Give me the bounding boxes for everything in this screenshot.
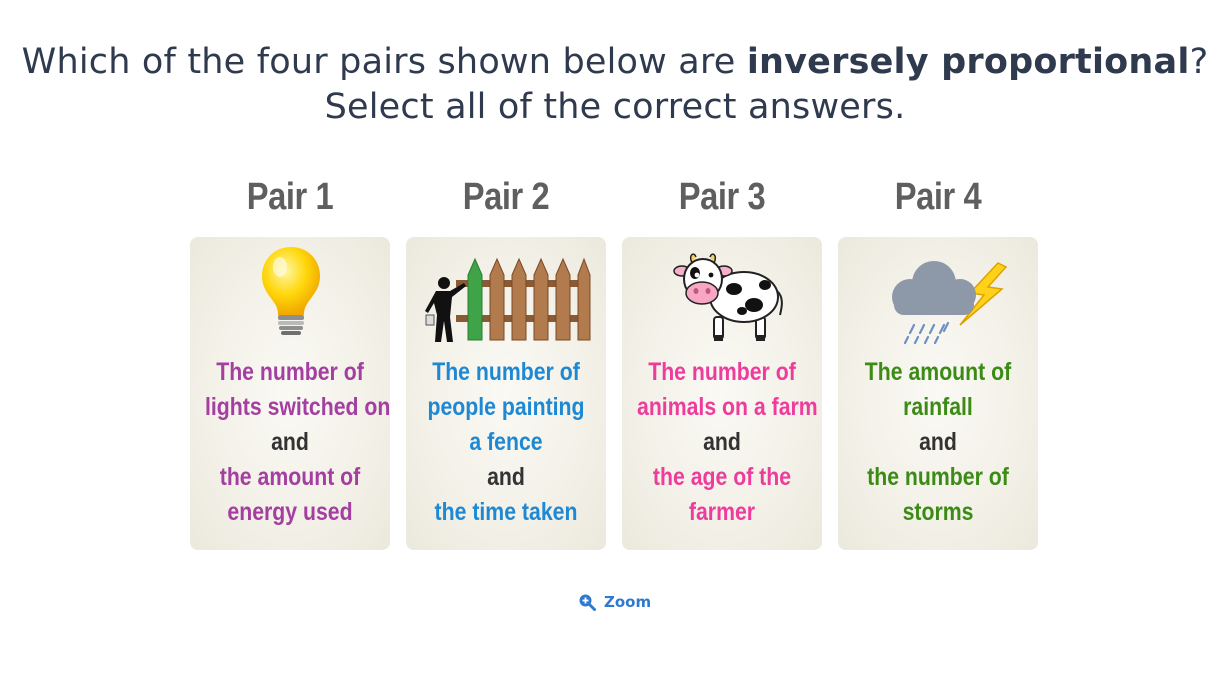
pair-4-description: The amount of rainfall and the number of…: [838, 355, 1038, 530]
pair-2-second-line-1: the time taken: [434, 498, 578, 526]
pair-1-second-line-2: energy used: [227, 498, 353, 526]
pair-2: Pair 2 The number of people painting a f…: [406, 176, 606, 556]
pair-4-and: and: [919, 428, 957, 456]
fence-painter-icon: [425, 257, 591, 342]
storm-cloud-icon: [892, 261, 1008, 345]
pair-3: Pair 3 The number of animals on a farm a…: [622, 176, 822, 556]
pair-3-description: The number of animals on a farm and the …: [622, 355, 822, 530]
pair-4-title: Pair 4: [894, 176, 982, 218]
pair-3-and: and: [703, 428, 741, 456]
zoom-label: Zoom: [604, 593, 652, 611]
pair-3-title: Pair 3: [678, 176, 766, 218]
pair-1-first-line-1: The number of: [216, 358, 364, 386]
zoom-in-icon: [579, 594, 596, 611]
pair-1-description: The number of lights switched on and the…: [190, 355, 390, 530]
pair-4-first-line-1: The amount of: [864, 358, 1012, 386]
pair-1-title: Pair 1: [246, 176, 334, 218]
question-text: Which of the four pairs shown below are …: [0, 40, 1230, 130]
pair-2-first-line-1: The number of: [432, 358, 580, 386]
zoom-button[interactable]: Zoom: [578, 590, 651, 614]
pair-1-second-line-1: the amount of: [219, 463, 361, 491]
pair-4-second-line-1: the number of: [867, 463, 1009, 491]
pairs-figure: Pair 1 The number of lights switched on …: [190, 176, 1040, 556]
pair-1-card: The number of lights switched on and the…: [190, 237, 390, 550]
light-bulb-icon: [262, 247, 320, 335]
pair-1: Pair 1 The number of lights switched on …: [190, 176, 390, 556]
pair-3-card: The number of animals on a farm and the …: [622, 237, 822, 550]
cow-icon: [673, 253, 783, 341]
pair-4-card: The amount of rainfall and the number of…: [838, 237, 1038, 550]
question-line-1: Which of the four pairs shown below are …: [0, 40, 1230, 85]
pair-2-first-line-2: people painting: [427, 393, 585, 421]
pair-1-first-line-2: lights switched on: [205, 393, 391, 421]
pair-4-second-line-2: storms: [902, 498, 974, 526]
pair-3-second-line-1: the age of the: [652, 463, 792, 491]
pair-3-first-line-1: The number of: [648, 358, 796, 386]
pair-2-description: The number of people painting a fence an…: [406, 355, 606, 530]
question-emphasis: inversely proportional: [746, 42, 1190, 82]
pair-2-title: Pair 2: [462, 176, 550, 218]
pair-2-and: and: [487, 463, 525, 491]
pair-3-first-line-2: animals on a farm: [637, 393, 818, 421]
question-text-start: Which of the four pairs shown below are: [21, 42, 747, 82]
pair-3-second-line-2: farmer: [688, 498, 756, 526]
question-mark: ?: [1189, 42, 1209, 82]
pair-2-first-line-3: a fence: [469, 428, 543, 456]
pair-4: Pair 4 The amount of rainfall and the nu…: [838, 176, 1038, 556]
pair-4-first-line-2: rainfall: [903, 393, 973, 421]
question-line-2: Select all of the correct answers.: [324, 87, 906, 127]
pair-1-and: and: [271, 428, 309, 456]
pair-2-card: The number of people painting a fence an…: [406, 237, 606, 550]
